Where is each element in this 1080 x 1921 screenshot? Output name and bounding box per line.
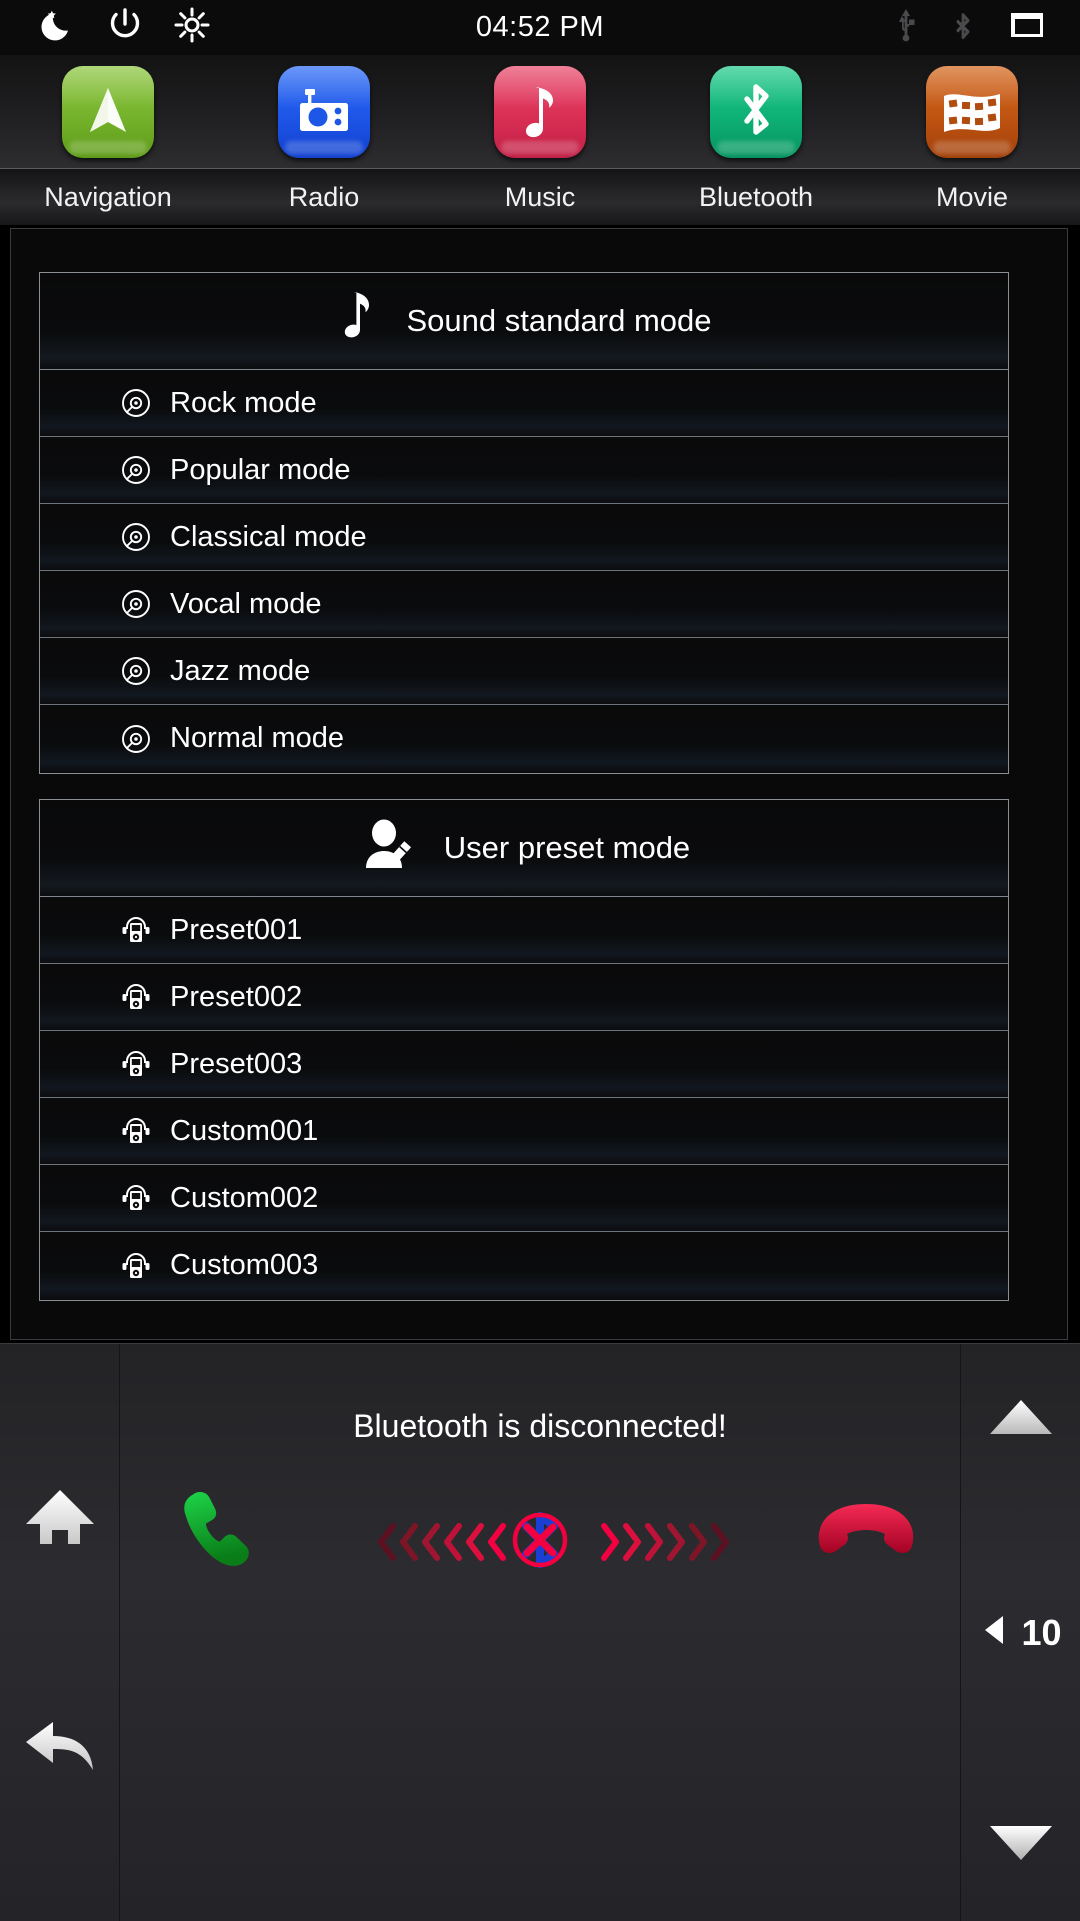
status-right-icons (892, 0, 1048, 55)
dock-label-movie[interactable]: Movie (864, 182, 1080, 213)
dock-item-radio[interactable] (216, 65, 432, 158)
list-item-label: Rock mode (170, 386, 317, 419)
main-content: Sound standard mode Rock mode Popular mo… (10, 228, 1068, 1340)
media-player-headphones-icon (120, 1182, 152, 1214)
phone-answer-icon[interactable] (160, 1476, 270, 1591)
music-app-icon[interactable] (494, 65, 586, 158)
list-item[interactable]: Popular mode (40, 437, 1008, 504)
dock-label-radio[interactable]: Radio (216, 182, 432, 213)
list-item-label: Preset001 (170, 913, 303, 946)
list-item-label: Normal mode (170, 722, 345, 754)
bottom-nav-buttons (0, 1344, 120, 1921)
preset-panel-title: User preset mode (443, 830, 691, 865)
status-bar: 04:52 PM (0, 0, 1080, 55)
list-item-label: Vocal mode (170, 587, 322, 620)
list-item-label: Preset003 (170, 1047, 303, 1080)
bluetooth-disconnected-icon[interactable] (492, 1492, 588, 1593)
speaker-icon (979, 1612, 1009, 1653)
list-item-label: Custom002 (170, 1181, 319, 1214)
bluetooth-app-icon[interactable] (710, 65, 802, 158)
app-dock (0, 55, 1080, 169)
bluetooth-status-message: Bluetooth is disconnected! (353, 1408, 727, 1444)
bottom-bar: Bluetooth is disconnected! 10 (0, 1343, 1080, 1921)
usb-icon (892, 5, 920, 50)
list-item[interactable]: Vocal mode (40, 571, 1008, 638)
disc-icon (120, 723, 152, 755)
disc-icon (120, 454, 152, 486)
list-item[interactable]: Preset003 (40, 1031, 1008, 1098)
list-item-label: Custom001 (170, 1114, 319, 1147)
list-item-label: Classical mode (170, 520, 367, 553)
dock-item-bluetooth[interactable] (648, 65, 864, 158)
user-preset-mode-panel: User preset mode Preset001 Preset002 Pre… (39, 799, 1009, 1301)
list-item[interactable]: Rock mode (40, 370, 1008, 437)
list-item-label: Custom003 (170, 1249, 319, 1281)
music-note-icon (336, 286, 382, 357)
list-item[interactable]: Normal mode (40, 705, 1008, 772)
media-player-headphones-icon (120, 1048, 152, 1080)
list-item[interactable]: Preset002 (40, 964, 1008, 1031)
user-edit-icon (358, 814, 420, 883)
list-item-label: Jazz mode (170, 654, 311, 687)
list-item[interactable]: Custom001 (40, 1098, 1008, 1165)
dock-item-navigation[interactable] (0, 65, 216, 158)
navigation-app-icon[interactable] (62, 65, 154, 158)
sound-panel-header: Sound standard mode (40, 273, 1008, 370)
disconnect-chevrons-right (592, 1514, 732, 1570)
volume-down-icon[interactable] (988, 1822, 1054, 1869)
media-player-headphones-icon (120, 914, 152, 946)
back-arrow-icon[interactable] (23, 1716, 97, 1781)
sound-panel-title: Sound standard mode (406, 303, 712, 338)
bluetooth-status-area: Bluetooth is disconnected! (120, 1344, 960, 1921)
media-player-headphones-icon (120, 981, 152, 1013)
movie-app-icon[interactable] (926, 65, 1018, 158)
dock-label-bluetooth[interactable]: Bluetooth (648, 182, 864, 213)
infotainment-screen: 04:52 PM Navigation Radio Music Bluetoot… (0, 0, 1080, 1921)
multitask-icon[interactable] (1006, 5, 1048, 50)
sound-standard-mode-panel: Sound standard mode Rock mode Popular mo… (39, 272, 1009, 774)
dock-label-navigation[interactable]: Navigation (0, 182, 216, 213)
dock-item-movie[interactable] (864, 65, 1080, 158)
list-item-label: Popular mode (170, 453, 351, 486)
volume-up-icon[interactable] (988, 1396, 1054, 1443)
app-label-bar: Navigation Radio Music Bluetooth Movie (0, 168, 1080, 225)
list-item[interactable]: Custom003 (40, 1232, 1008, 1299)
disc-icon (120, 387, 152, 419)
dock-item-music[interactable] (432, 65, 648, 158)
phone-hangup-icon[interactable] (808, 1484, 924, 1569)
list-item[interactable]: Classical mode (40, 504, 1008, 571)
preset-panel-header: User preset mode (40, 800, 1008, 897)
disc-icon (120, 588, 152, 620)
list-item[interactable]: Preset001 (40, 897, 1008, 964)
home-icon[interactable] (24, 1484, 96, 1555)
list-item[interactable]: Jazz mode (40, 638, 1008, 705)
volume-value: 10 (1021, 1611, 1062, 1653)
volume-controls: 10 (960, 1344, 1080, 1921)
disc-icon (120, 655, 152, 687)
dock-label-music[interactable]: Music (432, 182, 648, 213)
media-player-headphones-icon (120, 1250, 152, 1282)
disc-icon (120, 521, 152, 553)
bluetooth-status-icon (950, 5, 976, 50)
list-item[interactable]: Custom002 (40, 1165, 1008, 1232)
media-player-headphones-icon (120, 1115, 152, 1147)
radio-app-icon[interactable] (278, 65, 370, 158)
volume-level-display: 10 (979, 1611, 1062, 1654)
list-item-label: Preset002 (170, 980, 303, 1013)
